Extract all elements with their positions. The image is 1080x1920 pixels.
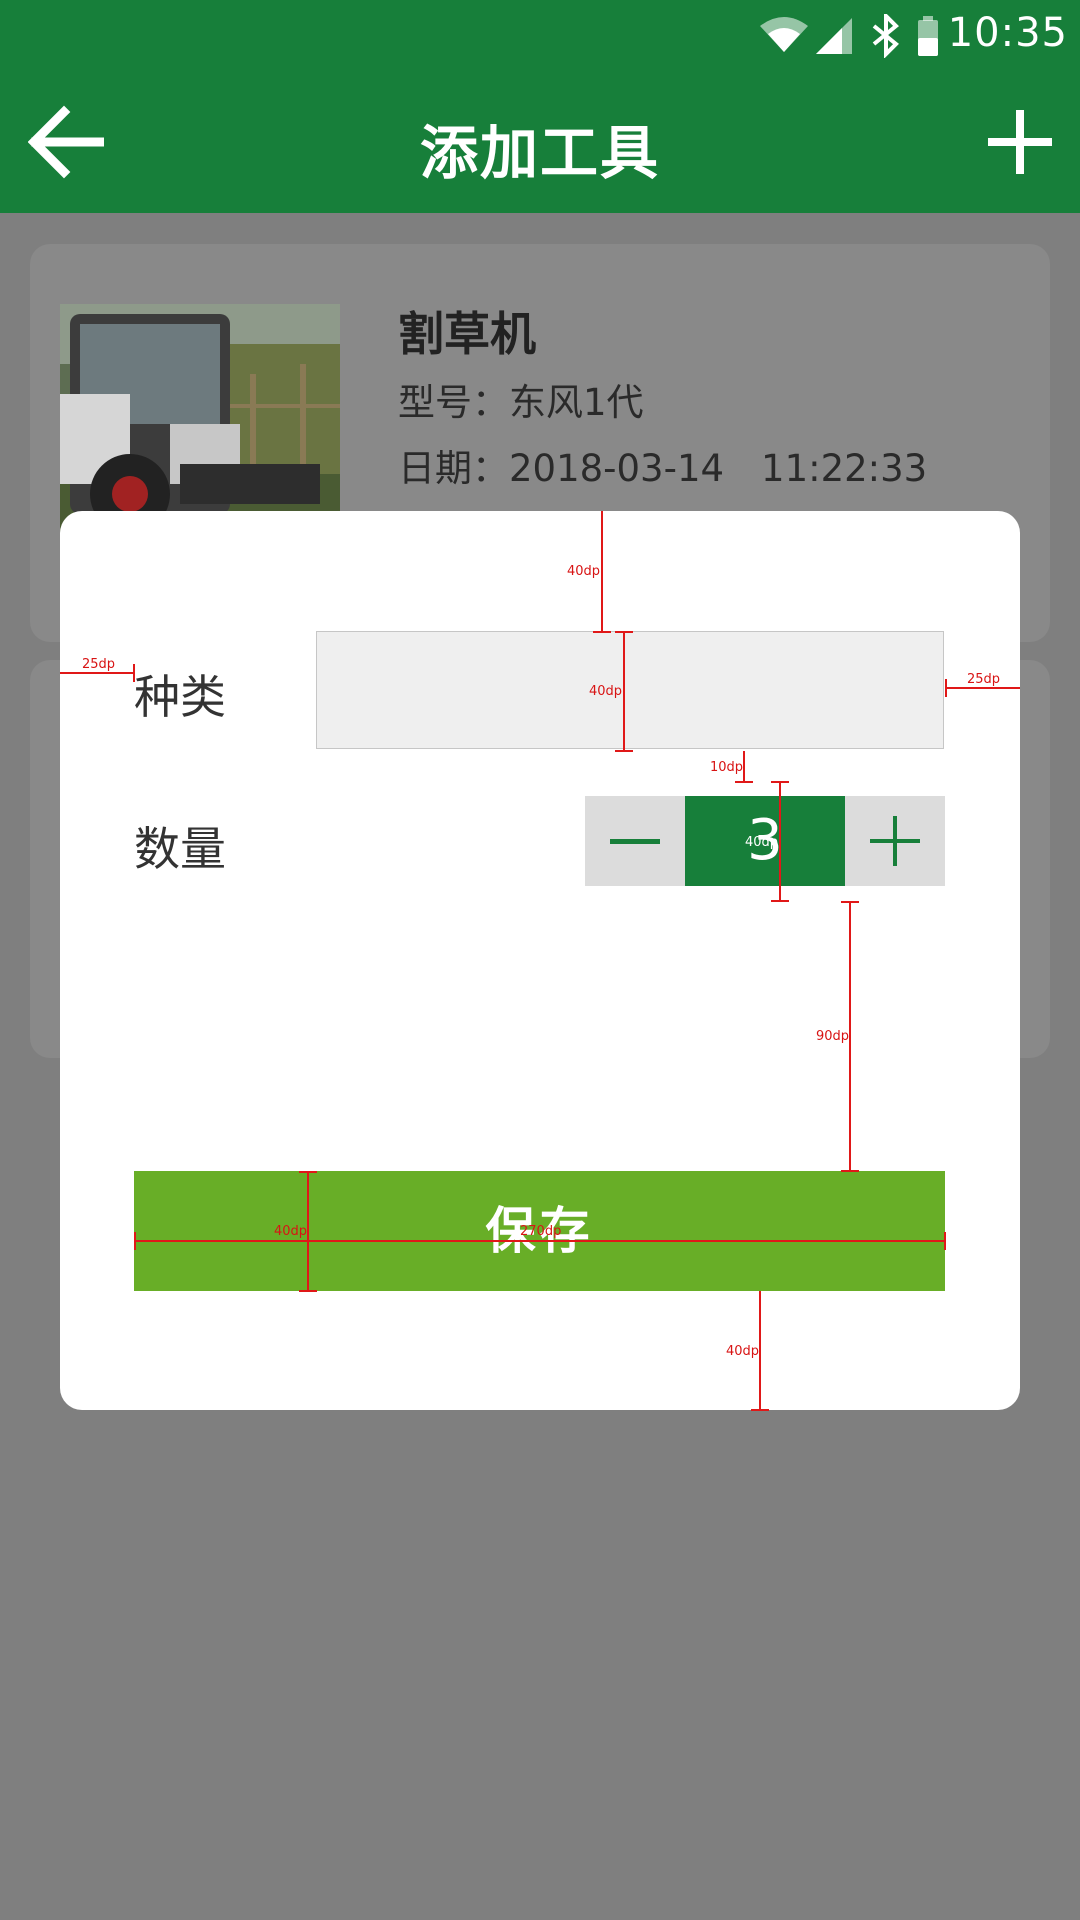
dimension-line: [134, 1240, 945, 1242]
plus-icon: [870, 816, 920, 866]
dimension-label: 40dp: [567, 564, 601, 579]
dimension-tick: [299, 1171, 317, 1173]
battery-icon: [918, 16, 938, 56]
dimension-tick: [593, 631, 611, 633]
dimension-line: [849, 901, 851, 1171]
dimension-label: 40dp: [726, 1344, 760, 1359]
tool-date: 日期：2018-03-14 11:22:33: [398, 447, 928, 490]
dimension-label: 90dp: [816, 1029, 850, 1044]
dimension-tick: [944, 1232, 946, 1250]
dimension-tick: [771, 781, 789, 783]
dimension-label: 40dp: [274, 1224, 308, 1239]
dimension-line: [743, 751, 745, 781]
type-label: 种类: [134, 670, 226, 724]
page-title: 添加工具: [419, 119, 660, 187]
dimension-tick: [841, 1170, 859, 1172]
status-bar: 10:35: [0, 0, 1080, 70]
dimension-tick: [751, 1409, 769, 1411]
dimension-label: 270dp: [520, 1224, 562, 1239]
dimension-line: [623, 631, 625, 751]
tool-name: 割草机: [398, 307, 536, 361]
dimension-tick: [133, 664, 135, 682]
dimension-line: [60, 672, 134, 674]
dimension-label: 25dp: [82, 657, 116, 672]
dimension-line: [601, 511, 603, 631]
status-icons: [760, 14, 938, 58]
dimension-label: 25dp: [967, 672, 1001, 687]
tool-model: 型号：东风1代: [398, 381, 644, 424]
wifi-icon: [760, 17, 808, 52]
dimension-label: 40dp: [589, 684, 623, 699]
dimension-label: 10dp: [710, 760, 744, 775]
dimension-tick: [841, 901, 859, 903]
status-time: 10:35: [947, 10, 1068, 56]
plus-icon[interactable]: [986, 108, 1054, 176]
type-input[interactable]: [316, 631, 944, 749]
increment-button[interactable]: [845, 796, 945, 886]
dimension-tick: [945, 679, 947, 697]
app-bar: 添加工具: [0, 70, 1080, 213]
dimension-line: [759, 1291, 761, 1411]
signal-icon: [816, 18, 852, 54]
dimension-label: 40dp: [745, 835, 779, 850]
dimension-line: [307, 1171, 309, 1291]
dimension-tick: [615, 750, 633, 752]
add-tool-dialog: 种类 数量 3 保存: [60, 511, 1020, 1410]
dimension-line: [945, 687, 1020, 689]
quantity-label: 数量: [134, 822, 226, 876]
dimension-tick: [735, 781, 753, 783]
dimension-tick: [771, 900, 789, 902]
dimension-tick: [615, 631, 633, 633]
dimension-line: [779, 781, 781, 901]
decrement-button[interactable]: [585, 796, 685, 886]
dimension-tick: [134, 1232, 136, 1250]
dimension-tick: [299, 1290, 317, 1292]
minus-icon: [610, 839, 660, 844]
bluetooth-icon: [872, 14, 899, 58]
